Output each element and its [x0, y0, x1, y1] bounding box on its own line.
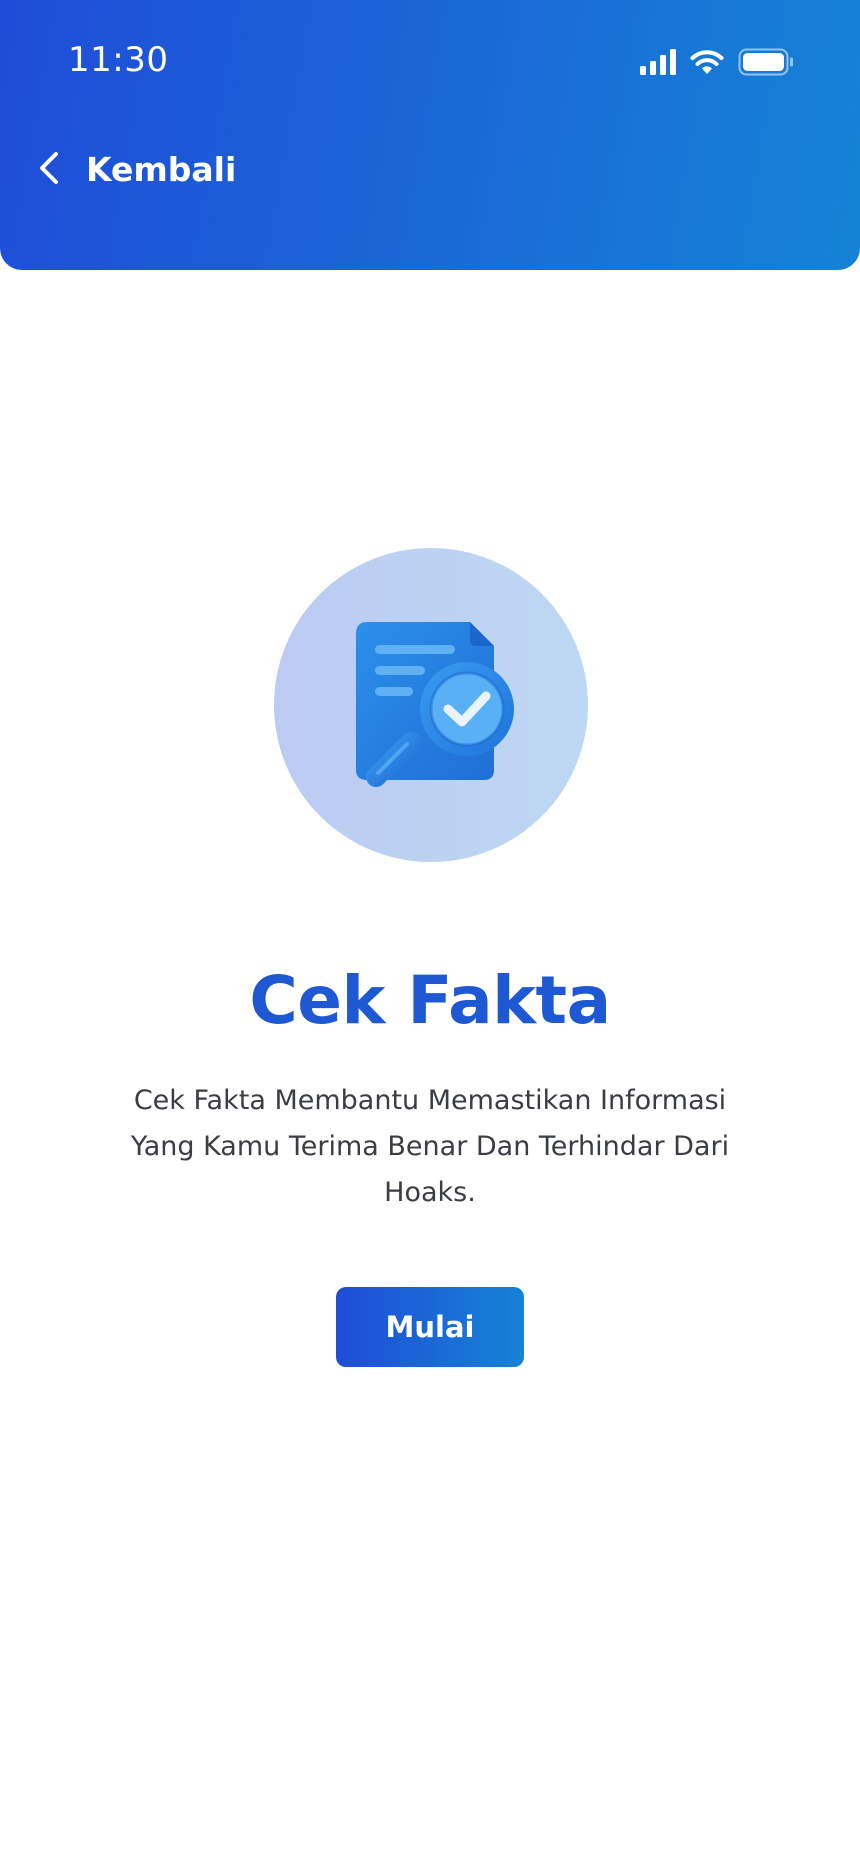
wifi-icon: [690, 49, 724, 75]
back-button[interactable]: Kembali: [36, 150, 236, 189]
back-label: Kembali: [86, 150, 237, 189]
page-description: Cek Fakta Membantu Memastikan Informasi …: [130, 1085, 730, 1208]
chevron-left-icon: [36, 151, 64, 189]
status-time: 11:30: [68, 40, 169, 80]
hero-illustration: [274, 548, 588, 862]
battery-icon: [738, 48, 794, 76]
status-bar: 11:30: [0, 0, 860, 128]
start-button[interactable]: Mulai: [336, 1287, 524, 1367]
status-icons: [640, 48, 794, 76]
app-header: 11:30 Kembali: [0, 0, 860, 270]
cellular-signal-icon: [640, 49, 676, 75]
page-title: Cek Fakta: [249, 962, 611, 1039]
document-magnifier-check-icon: [356, 622, 514, 787]
